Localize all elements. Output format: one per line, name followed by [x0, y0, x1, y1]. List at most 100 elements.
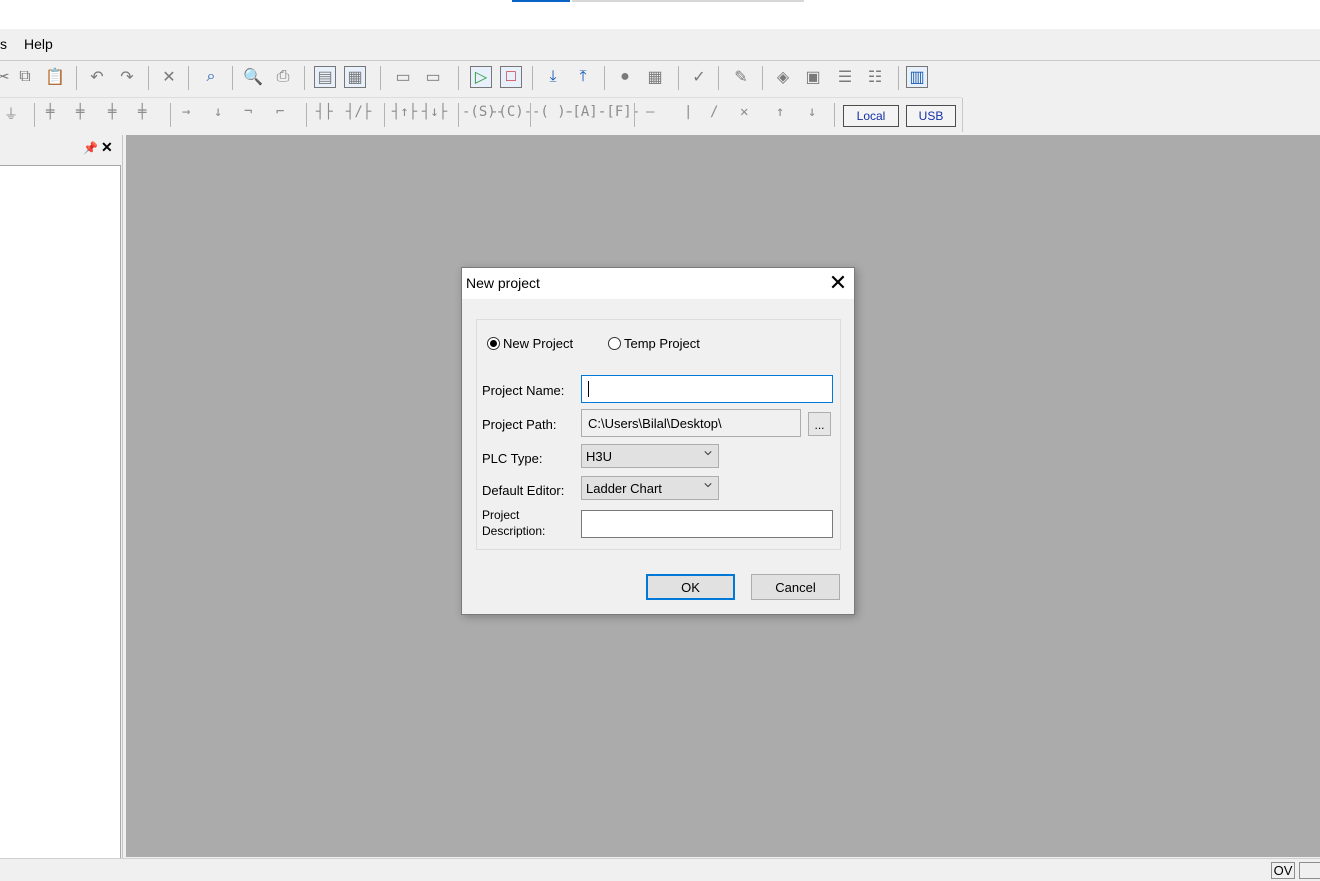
corner-down-icon[interactable]: ¬: [244, 104, 252, 120]
browse-label: ...: [814, 418, 825, 432]
branch-right-icon[interactable]: ╪: [138, 104, 146, 120]
vertical-wire-icon[interactable]: |: [684, 104, 692, 120]
branch-left-icon[interactable]: ╪: [108, 104, 116, 120]
local-mode-button[interactable]: Local: [843, 105, 899, 127]
standard-toolbar: ✂ ⧉ 📋 ↶ ↷ ✕ ⌕ 🔍 ⎙ ▤ ▦ ▭ ▭ ▷ □ ⤓ ⤒ ● ▦ ✓ …: [0, 61, 936, 95]
chevron-down-icon: [704, 451, 712, 456]
plc-type-select[interactable]: H3U: [581, 444, 719, 468]
status-pane: [1299, 862, 1320, 879]
dialog-titlebar: New project ✕: [462, 268, 854, 299]
dialog-title: New project: [466, 275, 540, 291]
find-binoculars-icon[interactable]: ⌕: [200, 66, 222, 88]
project-description-input[interactable]: [581, 510, 833, 538]
usb-mode-button[interactable]: USB: [906, 105, 956, 127]
delete-row-icon[interactable]: ☷: [864, 66, 886, 88]
paste-icon[interactable]: 📋: [44, 66, 66, 88]
title-tab-inactive[interactable]: [572, 0, 804, 2]
toolbar-separator: [718, 66, 719, 90]
project-path-input[interactable]: C:\Users\Bilal\Desktop\: [581, 409, 801, 437]
delete-icon[interactable]: ✕: [158, 66, 180, 88]
run-icon[interactable]: ▷: [470, 66, 492, 88]
compile-icon[interactable]: ▭: [392, 66, 414, 88]
project-tree[interactable]: [0, 165, 121, 859]
overwrite-mode-indicator: OV: [1271, 862, 1295, 879]
cut-icon[interactable]: ✂: [0, 66, 14, 88]
down-arrow-icon[interactable]: ↓: [808, 104, 816, 120]
project-name-input[interactable]: [581, 375, 833, 403]
browse-button[interactable]: ...: [808, 412, 831, 436]
toolbar-separator: [232, 66, 233, 90]
pin-icon[interactable]: 📌: [83, 141, 98, 155]
vertical-line-icon[interactable]: ↓: [214, 104, 222, 120]
status-bar: OV: [0, 858, 1320, 881]
counter-coil-icon[interactable]: -(C)-: [490, 104, 532, 120]
monitor-table-icon[interactable]: ▦: [644, 66, 666, 88]
cancel-button[interactable]: Cancel: [751, 574, 840, 600]
up-arrow-icon[interactable]: ↑: [776, 104, 784, 120]
radio-temp-project[interactable]: Temp Project: [608, 336, 700, 351]
undo-icon[interactable]: ↶: [86, 66, 108, 88]
project-description-label-1: Project: [482, 508, 520, 522]
cancel-label: Cancel: [775, 579, 816, 595]
toolbar-separator: [634, 103, 635, 127]
default-editor-value: Ladder Chart: [586, 480, 662, 496]
cross-reference-icon[interactable]: ◈: [772, 66, 794, 88]
trend-chart-icon[interactable]: ▥: [906, 66, 928, 88]
copy-icon[interactable]: ⧉: [14, 66, 36, 88]
plc-type-value: H3U: [586, 448, 613, 464]
toolbar-separator: [604, 66, 605, 90]
nc-contact-icon[interactable]: ┤/├: [346, 104, 371, 120]
delete-wire-icon[interactable]: ✕: [740, 104, 748, 120]
radio-temp-project-label: Temp Project: [624, 336, 700, 351]
toolbar-separator: [834, 103, 835, 127]
title-tab-active[interactable]: [512, 0, 570, 2]
panel-close-icon[interactable]: ✕: [101, 139, 113, 156]
info-window-icon[interactable]: ▦: [344, 66, 366, 88]
radio-indicator[interactable]: [608, 337, 621, 350]
compile-all-icon[interactable]: ▭: [422, 66, 444, 88]
toolbar-separator: [34, 103, 35, 127]
toolbar-separator: [304, 66, 305, 90]
toolbar-separator: [76, 66, 77, 90]
stop-icon[interactable]: □: [500, 66, 522, 88]
edit-check-icon[interactable]: ✓: [688, 66, 710, 88]
corner-up-icon[interactable]: ⌐: [276, 104, 284, 120]
project-path-label: Project Path:: [482, 417, 557, 432]
radio-new-project[interactable]: New Project: [487, 336, 573, 351]
usb-label: USB: [918, 109, 944, 123]
radio-indicator-selected[interactable]: [487, 337, 500, 350]
plc-type-label: PLC Type:: [482, 451, 543, 466]
toolbar-separator: [148, 66, 149, 90]
ladder-toolbar: ⏚ ╪ ╪ ╪ ╪ → ↓ ¬ ⌐ ┤├ ┤/├ ┤↑├ ┤↓├ -(S)- -…: [0, 98, 963, 132]
print-icon[interactable]: ⎙: [272, 66, 294, 88]
ground-icon[interactable]: ⏚: [4, 104, 18, 124]
menu-item-tools[interactable]: s: [0, 36, 7, 52]
toolbar-separator: [380, 66, 381, 90]
ok-button[interactable]: OK: [646, 574, 735, 600]
default-editor-select[interactable]: Ladder Chart: [581, 476, 719, 500]
branch-up-icon[interactable]: ╪: [76, 104, 84, 120]
chevron-down-icon: [704, 483, 712, 488]
toolbar-separator: [170, 103, 171, 127]
dialog-close-icon[interactable]: ✕: [826, 271, 850, 295]
invert-icon[interactable]: /: [710, 104, 718, 120]
falling-edge-icon[interactable]: ┤↓├: [422, 104, 447, 120]
pencil-icon[interactable]: ✎: [730, 66, 752, 88]
menu-item-help[interactable]: Help: [24, 36, 53, 52]
project-manager-icon[interactable]: ▤: [314, 66, 336, 88]
horizontal-wire-icon[interactable]: —: [646, 104, 654, 120]
print-preview-icon[interactable]: 🔍: [242, 66, 264, 88]
upload-icon[interactable]: ⤒: [572, 66, 594, 88]
download-icon[interactable]: ⤓: [542, 66, 564, 88]
no-contact-icon[interactable]: ┤├: [316, 104, 333, 120]
redo-icon[interactable]: ↷: [116, 66, 138, 88]
horizontal-line-icon[interactable]: →: [182, 104, 190, 120]
insert-row-icon[interactable]: ☰: [834, 66, 856, 88]
toolbar-separator: [530, 103, 531, 127]
element-list-icon[interactable]: ▣: [802, 66, 824, 88]
toolbar-separator: [898, 66, 899, 90]
rising-edge-icon[interactable]: ┤↑├: [392, 104, 417, 120]
monitor-bulb-icon[interactable]: ●: [614, 66, 636, 88]
branch-down-icon[interactable]: ╪: [46, 104, 54, 120]
window-title-strip: [0, 0, 1320, 29]
